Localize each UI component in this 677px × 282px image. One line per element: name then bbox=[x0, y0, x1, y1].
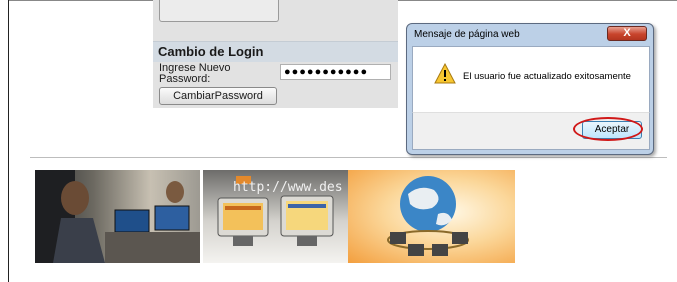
dialog-title: Mensaje de página web bbox=[414, 29, 520, 40]
login-title: Cambio de Login bbox=[158, 44, 264, 59]
change-password-button[interactable]: CambiarPassword bbox=[159, 87, 277, 105]
dialog-body: El usuario fue actualizado exitosamente bbox=[412, 46, 650, 114]
horizontal-divider bbox=[30, 157, 667, 158]
globe-network-image bbox=[348, 170, 515, 263]
login-header: Cambio de Login bbox=[153, 41, 398, 62]
monitors-illustration bbox=[217, 195, 334, 246]
classroom-photo bbox=[35, 170, 200, 263]
dialog-message: El usuario fue actualizado exitosamente bbox=[463, 71, 631, 82]
close-button[interactable]: X bbox=[607, 26, 647, 41]
web-monitors-image: http://www.des bbox=[203, 170, 348, 263]
previous-button-partial[interactable] bbox=[159, 0, 279, 22]
globe-illustration bbox=[387, 176, 469, 256]
password-field[interactable]: ●●●●●●●●●●● bbox=[280, 64, 391, 80]
page-left-border bbox=[8, 0, 9, 282]
highlight-circle bbox=[573, 117, 643, 141]
classroom-illustration bbox=[35, 170, 200, 263]
password-label: Ingrese Nuevo Password: bbox=[159, 62, 231, 85]
warning-icon bbox=[434, 63, 456, 84]
login-panel: Cambio de Login Ingrese Nuevo Password: … bbox=[153, 0, 398, 108]
